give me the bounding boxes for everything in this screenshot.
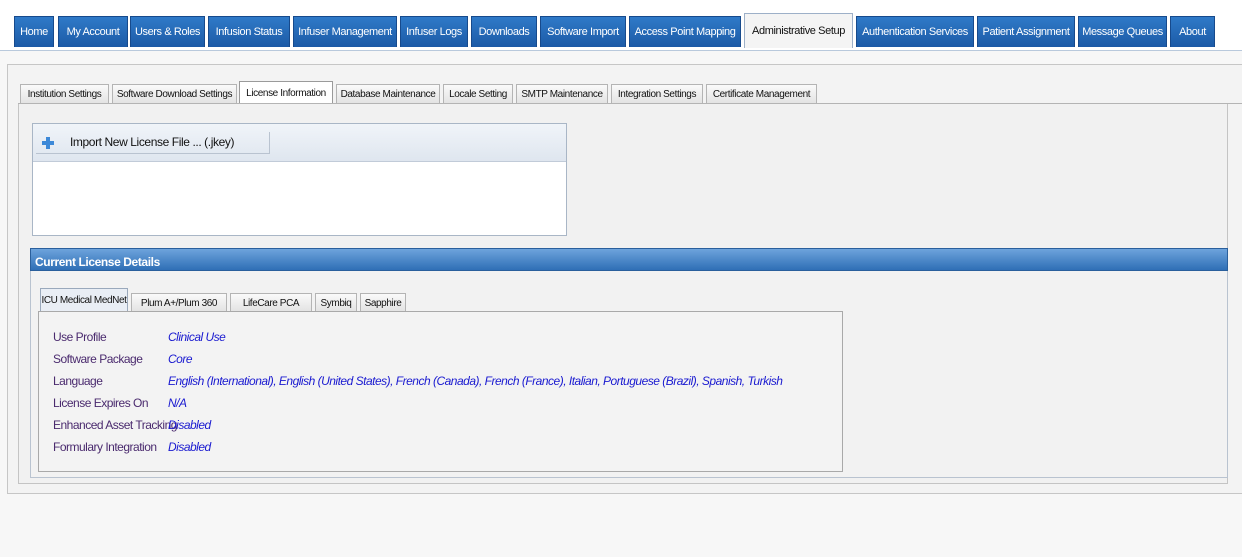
tab-downloads[interactable]: Downloads — [471, 16, 537, 47]
tab-license-information[interactable]: License Information — [239, 81, 333, 105]
plus-icon — [42, 137, 54, 149]
language-label: Language — [53, 374, 103, 388]
row-use-profile: Use Profile Clinical Use — [53, 330, 833, 348]
license-expires-label: License Expires On — [53, 396, 149, 410]
top-navigation: Home My Account Users & Roles Infusion S… — [0, 0, 1242, 51]
tab-infusion-status[interactable]: Infusion Status — [208, 16, 290, 47]
import-license-label: Import New License File ... (.jkey) — [70, 135, 235, 149]
tab-authentication-services[interactable]: Authentication Services — [856, 16, 974, 47]
tab-home[interactable]: Home — [14, 16, 54, 47]
software-package-label: Software Package — [53, 352, 143, 366]
tab-lifecare-pca[interactable]: LifeCare PCA — [230, 293, 312, 312]
tab-patient-assignment[interactable]: Patient Assignment — [977, 16, 1075, 47]
tab-infuser-logs[interactable]: Infuser Logs — [400, 16, 468, 47]
import-license-box: Import New License File ... (.jkey) — [32, 123, 567, 236]
row-enhanced-asset-tracking: Enhanced Asset Tracking Disabled — [53, 418, 833, 436]
tab-institution-settings[interactable]: Institution Settings — [20, 84, 109, 104]
tab-access-point-mapping[interactable]: Access Point Mapping — [629, 16, 741, 47]
software-package-value: Core — [168, 352, 193, 366]
tab-administrative-setup[interactable]: Administrative Setup — [744, 13, 853, 48]
import-toolbar: Import New License File ... (.jkey) — [33, 124, 566, 162]
formulary-integration-value: Disabled — [168, 440, 211, 454]
current-license-details-header: Current License Details — [30, 248, 1228, 271]
tab-symbiq[interactable]: Symbiq — [315, 293, 357, 312]
row-formulary-integration: Formulary Integration Disabled — [53, 440, 833, 458]
row-software-package: Software Package Core — [53, 352, 833, 370]
enhanced-asset-tracking-value: Disabled — [168, 418, 211, 432]
tab-software-download-settings[interactable]: Software Download Settings — [112, 84, 237, 104]
tab-icu-medical-mednet[interactable]: ICU Medical MedNet — [40, 288, 128, 312]
footer-divider — [7, 493, 1242, 494]
tab-message-queues[interactable]: Message Queues — [1078, 16, 1167, 47]
row-language: Language English (International), Englis… — [53, 374, 833, 392]
license-expires-value: N/A — [168, 396, 187, 410]
use-profile-value: Clinical Use — [168, 330, 226, 344]
formulary-integration-label: Formulary Integration — [53, 440, 157, 454]
tab-infuser-management[interactable]: Infuser Management — [293, 16, 397, 47]
tab-database-maintenance[interactable]: Database Maintenance — [336, 84, 440, 104]
language-value: English (International), English (United… — [168, 374, 783, 388]
tab-certificate-management[interactable]: Certificate Management — [706, 84, 817, 104]
use-profile-label: Use Profile — [53, 330, 107, 344]
tab-users-roles[interactable]: Users & Roles — [130, 16, 205, 47]
tab-integration-settings[interactable]: Integration Settings — [611, 84, 703, 104]
tab-software-import[interactable]: Software Import — [540, 16, 626, 47]
sub-tab-bar: Institution Settings Software Download S… — [0, 78, 1242, 105]
tab-smtp-maintenance[interactable]: SMTP Maintenance — [516, 84, 608, 104]
license-info-box: Use Profile Clinical Use Software Packag… — [38, 311, 843, 472]
tab-about[interactable]: About — [1170, 16, 1215, 47]
tab-plum-a-plus-plum-360[interactable]: Plum A+/Plum 360 — [131, 293, 227, 312]
tab-sapphire[interactable]: Sapphire — [360, 293, 406, 312]
row-license-expires-on: License Expires On N/A — [53, 396, 833, 414]
tab-locale-setting[interactable]: Locale Setting — [443, 84, 513, 104]
import-license-button[interactable]: Import New License File ... (.jkey) — [36, 132, 270, 154]
tab-my-account[interactable]: My Account — [58, 16, 128, 47]
enhanced-asset-tracking-label: Enhanced Asset Tracking — [53, 418, 177, 432]
